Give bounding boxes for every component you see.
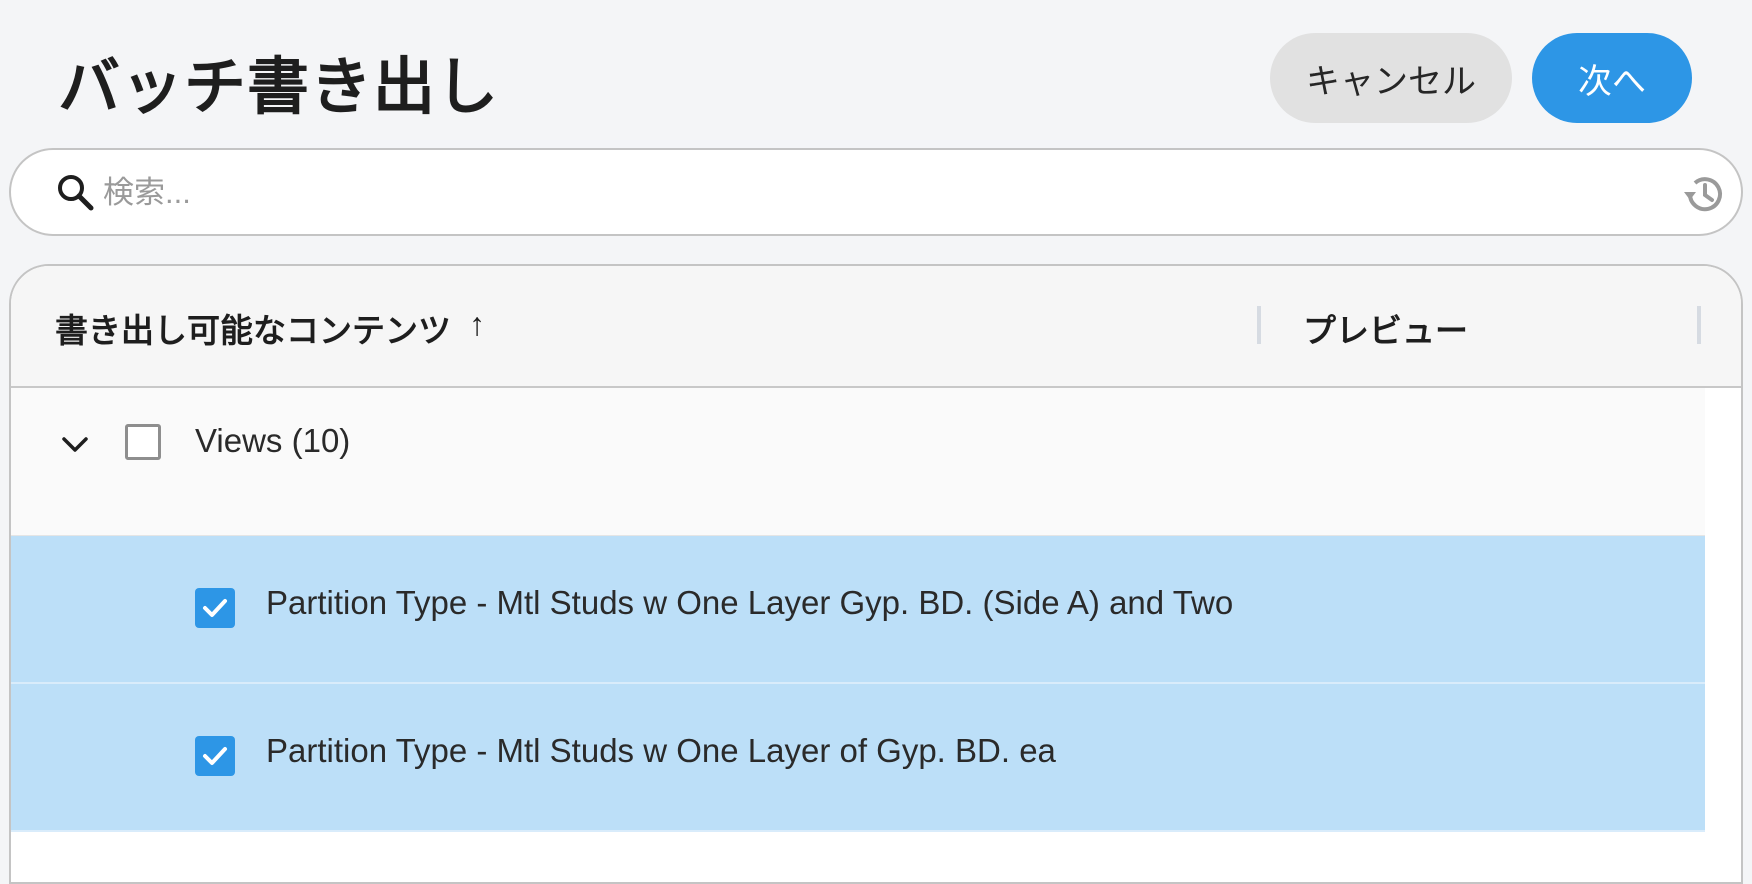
column-header-content-label: 書き出し可能なコンテンツ (55, 312, 451, 349)
table-row[interactable]: Partition Type - Mtl Studs w One Layer o… (11, 684, 1705, 832)
content-table: 書き出し可能なコンテンツ ↑ プレビュー Views (10) Partitio… (9, 264, 1743, 884)
search-icon (55, 172, 97, 214)
column-resize-handle[interactable] (1257, 306, 1261, 344)
next-button[interactable]: 次へ (1532, 33, 1692, 123)
table-header: 書き出し可能なコンテンツ ↑ プレビュー (11, 266, 1741, 388)
table-row[interactable]: Partition Type - Mtl Studs w One Layer G… (11, 536, 1705, 684)
checkmark-icon (203, 599, 227, 617)
group-row[interactable]: Views (10) (11, 388, 1705, 536)
search-input[interactable] (101, 166, 1665, 220)
checkbox-icon[interactable] (195, 736, 235, 776)
column-header-preview[interactable]: プレビュー (1303, 304, 1468, 352)
search-bar (9, 148, 1743, 236)
group-checkbox[interactable] (125, 424, 161, 460)
sort-ascending-icon[interactable]: ↑ (469, 306, 485, 343)
column-header-content[interactable]: 書き出し可能なコンテンツ ↑ (55, 304, 485, 352)
checkmark-icon (203, 747, 227, 765)
column-resize-handle[interactable] (1697, 306, 1701, 344)
cancel-button[interactable]: キャンセル (1270, 33, 1512, 123)
history-icon[interactable] (1681, 170, 1729, 218)
group-label: Views (10) (195, 422, 351, 459)
page-title: バッチ書き出し (58, 53, 500, 122)
chevron-down-icon[interactable] (59, 428, 91, 460)
row-label: Partition Type - Mtl Studs w One Layer G… (266, 584, 1234, 621)
checkbox-icon[interactable] (195, 588, 235, 628)
table-body: Views (10) Partition Type - Mtl Studs w … (11, 388, 1705, 832)
row-label: Partition Type - Mtl Studs w One Layer o… (266, 732, 1056, 769)
column-header-preview-label: プレビュー (1303, 312, 1468, 349)
